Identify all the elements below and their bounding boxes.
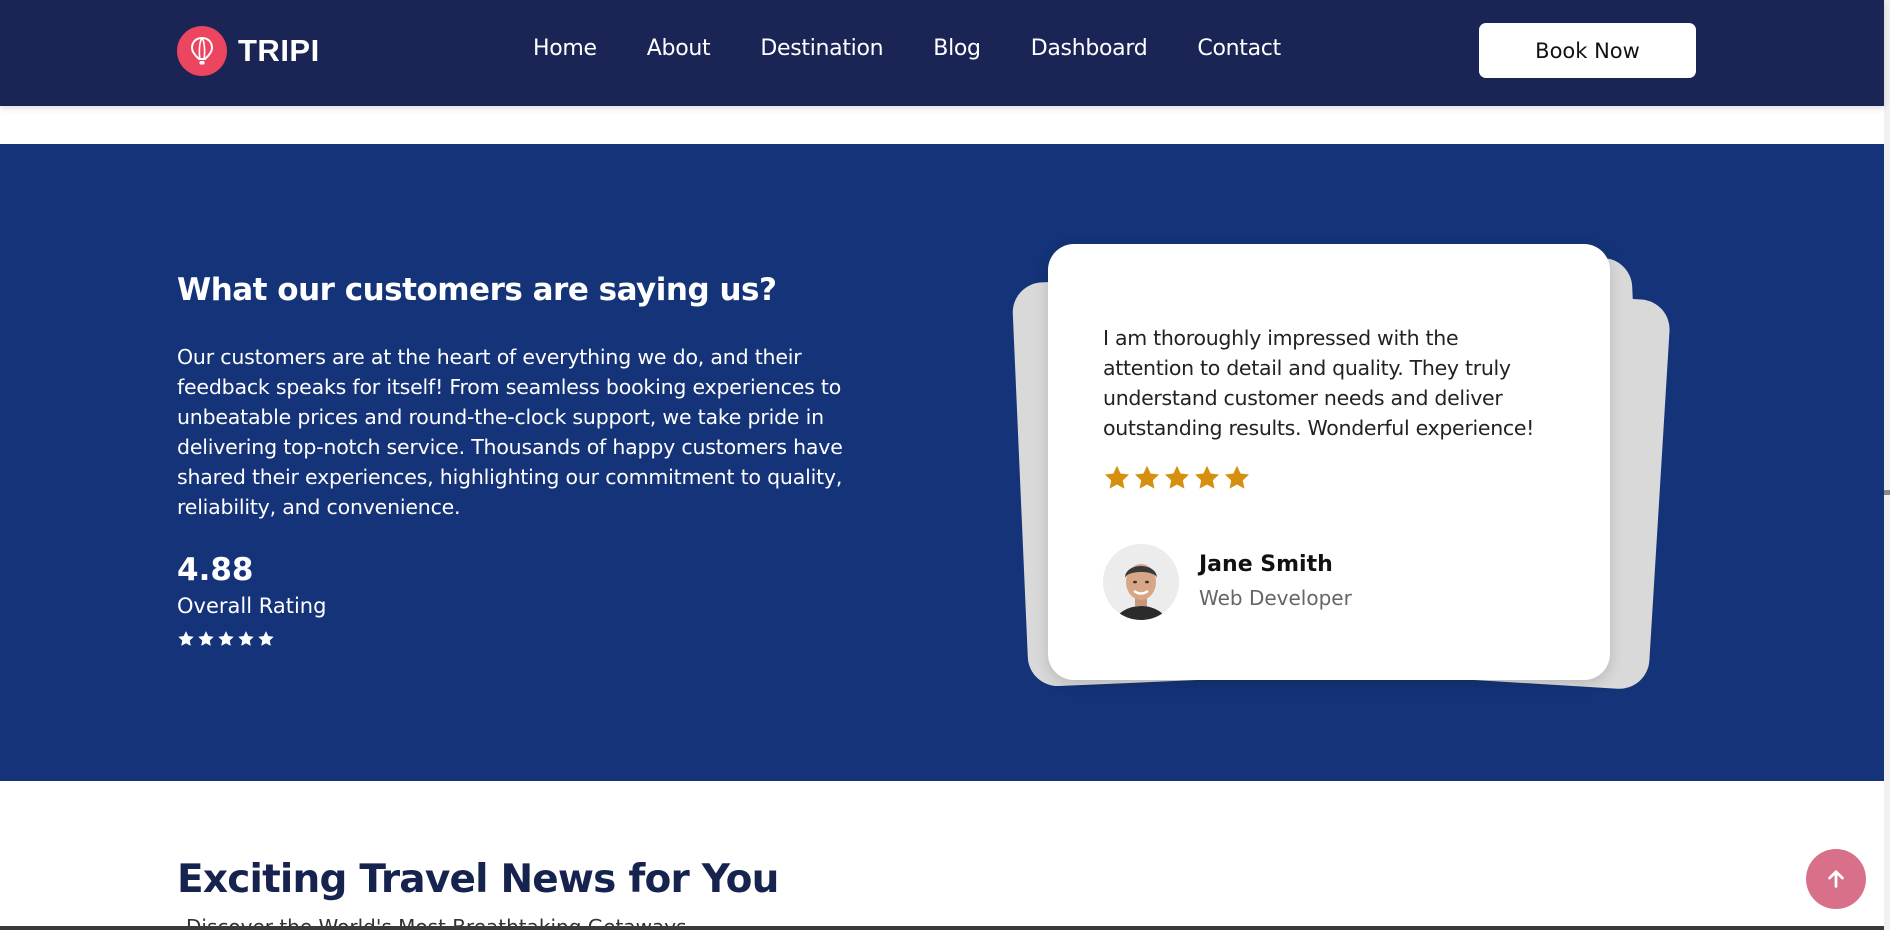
testimonials-section: What our customers are saying us? Our cu… bbox=[0, 144, 1884, 781]
main-nav: Home About Destination Blog Dashboard Co… bbox=[533, 36, 1281, 61]
nav-home[interactable]: Home bbox=[533, 36, 597, 61]
author-name: Jane Smith bbox=[1199, 552, 1333, 577]
testimonial-stars bbox=[1103, 464, 1253, 492]
page-scrollbar[interactable] bbox=[1884, 0, 1890, 930]
section-description: Our customers are at the heart of everyt… bbox=[177, 345, 843, 519]
nav-destination[interactable]: Destination bbox=[760, 36, 883, 61]
star-icon bbox=[218, 631, 234, 646]
nav-dashboard[interactable]: Dashboard bbox=[1031, 36, 1148, 61]
star-icon bbox=[178, 631, 194, 646]
star-icon bbox=[258, 631, 274, 646]
viewport-edge bbox=[0, 926, 1884, 930]
star-icon bbox=[1194, 465, 1220, 489]
overall-rating-label: Overall Rating bbox=[177, 594, 327, 618]
star-icon bbox=[198, 631, 214, 646]
nav-about[interactable]: About bbox=[647, 36, 711, 61]
star-icon bbox=[1104, 465, 1130, 489]
site-header: TRIPI Home About Destination Blog Dashbo… bbox=[0, 0, 1884, 106]
scroll-to-top-button[interactable] bbox=[1806, 849, 1866, 909]
overall-rating-stars bbox=[177, 630, 277, 648]
news-title: Exciting Travel News for You bbox=[177, 857, 779, 902]
star-icon bbox=[1224, 465, 1250, 489]
star-icon bbox=[1164, 465, 1190, 489]
nav-blog[interactable]: Blog bbox=[933, 36, 981, 61]
scrollbar-thumb[interactable] bbox=[1884, 490, 1890, 495]
author-role: Web Developer bbox=[1199, 586, 1352, 610]
book-now-button[interactable]: Book Now bbox=[1479, 23, 1696, 78]
overall-rating-value: 4.88 bbox=[177, 552, 254, 588]
testimonial-quote: I am thoroughly impressed with the atten… bbox=[1103, 326, 1535, 440]
arrow-up-icon bbox=[1828, 870, 1844, 888]
section-title: What our customers are saying us? bbox=[177, 272, 777, 308]
logo-text: TRIPI bbox=[238, 33, 320, 68]
logo[interactable]: TRIPI bbox=[177, 26, 320, 76]
star-icon bbox=[238, 631, 254, 646]
avatar bbox=[1103, 544, 1179, 620]
testimonial-card[interactable]: I am thoroughly impressed with the atten… bbox=[1048, 244, 1610, 680]
nav-contact[interactable]: Contact bbox=[1197, 36, 1281, 61]
hot-air-balloon-icon bbox=[177, 26, 227, 76]
star-icon bbox=[1134, 465, 1160, 489]
